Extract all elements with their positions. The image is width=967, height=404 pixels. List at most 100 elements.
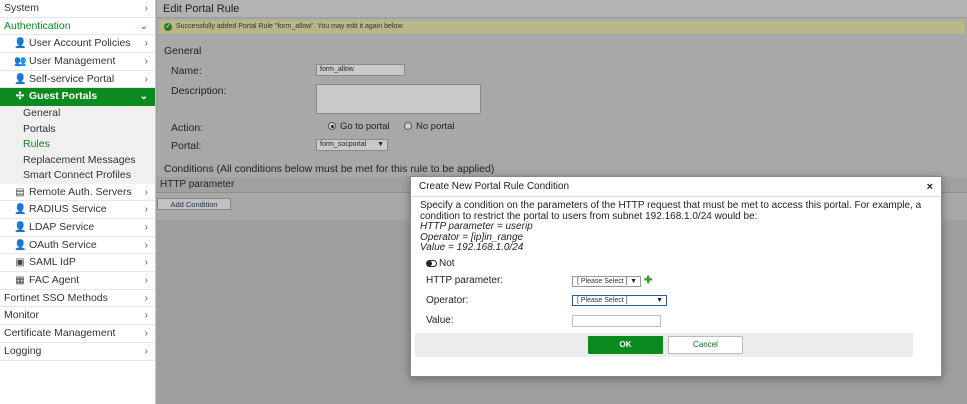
- sidebar-item-guest-portals[interactable]: ✣ Guest Portals ⌄: [0, 88, 155, 107]
- user-icon: 👤: [14, 38, 27, 50]
- sidebar-item-label: Authentication: [4, 19, 71, 32]
- sidebar-item-ldap-service[interactable]: 👤 LDAP Service ›: [0, 219, 155, 237]
- chevron-right-icon: ›: [144, 38, 148, 50]
- action-option-label: Go to portal: [340, 121, 390, 132]
- agent-icon: ▦: [15, 275, 25, 287]
- sidebar-item-self-service-portal[interactable]: 👤 Self-service Portal ›: [0, 71, 155, 89]
- sidebar-item-general[interactable]: General: [0, 106, 155, 122]
- sidebar-item-user-account-policies[interactable]: 👤 User Account Policies ›: [0, 35, 155, 54]
- sidebar-item-label: OAuth Service: [29, 238, 97, 251]
- sidebar-item-monitor[interactable]: Monitor ›: [0, 307, 155, 326]
- chevron-right-icon: ›: [144, 328, 148, 340]
- action-option-label: No portal: [416, 121, 455, 132]
- dropdown-arrow-icon: ▼: [656, 297, 663, 304]
- chevron-right-icon: ›: [144, 56, 148, 68]
- add-icon[interactable]: ✚: [644, 275, 652, 286]
- check-icon: ✓: [164, 23, 172, 31]
- portal-select-value: form_socportal: [320, 141, 367, 148]
- user-lock-icon: 👤: [14, 204, 27, 216]
- action-go-to-portal[interactable]: Go to portal: [328, 121, 390, 132]
- create-condition-dialog: Create New Portal Rule Condition × Speci…: [410, 176, 942, 377]
- chevron-right-icon: ›: [144, 186, 148, 198]
- sidebar-item-logging[interactable]: Logging ›: [0, 343, 155, 361]
- sidebar-item-label: RADIUS Service: [29, 203, 107, 216]
- chevron-right-icon: ›: [144, 292, 148, 304]
- sidebar-item-portals[interactable]: Portals: [0, 121, 155, 138]
- chevron-right-icon: ›: [144, 310, 148, 322]
- user-lock-icon: 👤: [14, 222, 27, 233]
- user-icon: 👤: [14, 73, 27, 85]
- ok-button[interactable]: OK: [588, 336, 663, 354]
- sidebar-item-rules[interactable]: Rules: [0, 137, 155, 153]
- chevron-right-icon: ›: [144, 345, 148, 357]
- name-input[interactable]: form_allow: [316, 64, 405, 76]
- server-icon: ▤: [15, 186, 25, 198]
- add-condition-button[interactable]: Add Condition: [157, 198, 231, 210]
- sidebar-item-remote-auth-servers[interactable]: ▤ Remote Auth. Servers ›: [0, 184, 155, 202]
- select-value: [ Please Select ]: [577, 278, 628, 285]
- portal-select[interactable]: form_socportal ▼: [316, 139, 388, 151]
- sidebar-item-system[interactable]: System ›: [0, 0, 155, 18]
- name-label: Name:: [171, 65, 202, 77]
- conditions-heading: Conditions (All conditions below must be…: [164, 163, 495, 175]
- chevron-down-icon: ⌄: [139, 91, 148, 103]
- sidebar-item-fortinet-sso-methods[interactable]: Fortinet SSO Methods ›: [0, 290, 155, 308]
- operator-select[interactable]: [ Please Select ] ▼: [572, 295, 667, 306]
- sidebar-item-certificate-management[interactable]: Certificate Management ›: [0, 325, 155, 343]
- close-icon[interactable]: ×: [927, 177, 933, 197]
- cancel-button[interactable]: Cancel: [668, 336, 743, 354]
- users-icon: 👥: [14, 56, 27, 68]
- description-text: Specify a condition on the parameters of…: [420, 200, 922, 222]
- dialog-header: Create New Portal Rule Condition ×: [411, 177, 941, 197]
- sidebar-item-label: User Account Policies: [29, 37, 131, 50]
- certificate-icon: ▣: [15, 257, 25, 269]
- sidebar: System › Authentication ⌄ 👤 User Account Po…: [0, 0, 156, 404]
- action-no-portal[interactable]: No portal: [404, 121, 455, 132]
- sidebar-item-label: Smart Connect Profiles: [23, 169, 131, 182]
- radio-selected-icon: [328, 122, 336, 130]
- example-line: HTTP parameter = userip: [420, 221, 533, 232]
- dialog-footer: OK Cancel: [415, 333, 913, 357]
- value-label: Value:: [426, 315, 454, 326]
- chevron-right-icon: ›: [144, 204, 148, 216]
- sidebar-item-radius-service[interactable]: 👤 RADIUS Service ›: [0, 201, 155, 219]
- chevron-right-icon: ›: [144, 73, 148, 85]
- sidebar-item-oauth-service[interactable]: 👤 OAuth Service ›: [0, 237, 155, 255]
- portal-label: Portal:: [171, 140, 202, 152]
- network-icon: ✣: [15, 91, 25, 103]
- sidebar-item-label: Replacement Messages: [23, 153, 136, 166]
- sidebar-item-label: Rules: [23, 138, 50, 151]
- sidebar-item-label: LDAP Service: [29, 221, 95, 233]
- action-label: Action:: [171, 122, 204, 134]
- dialog-description: Specify a condition on the parameters of…: [411, 197, 941, 254]
- radio-icon: [404, 122, 412, 130]
- sidebar-item-label: General: [23, 107, 61, 120]
- http-parameter-select[interactable]: [ Please Select ] ▼: [572, 276, 641, 287]
- select-value: [ Please Select ]: [577, 297, 628, 304]
- sidebar-item-user-management[interactable]: 👥 User Management ›: [0, 53, 155, 71]
- sidebar-item-label: User Management: [29, 55, 116, 68]
- not-toggle[interactable]: Not: [426, 258, 455, 269]
- description-textarea[interactable]: [316, 84, 481, 114]
- chevron-right-icon: ›: [144, 239, 148, 251]
- dropdown-arrow-icon: ▼: [630, 278, 637, 285]
- sidebar-item-saml-idp[interactable]: ▣ SAML IdP ›: [0, 254, 155, 273]
- http-parameter-column: HTTP parameter: [160, 179, 235, 190]
- sidebar-item-label: Self-service Portal: [29, 72, 115, 85]
- chevron-right-icon: ›: [144, 222, 148, 233]
- value-input[interactable]: [572, 315, 661, 327]
- chevron-right-icon: ›: [144, 3, 148, 14]
- sidebar-item-label: Monitor: [4, 309, 40, 322]
- description-label: Description:: [171, 85, 227, 97]
- dropdown-arrow-icon: ▼: [377, 141, 384, 148]
- operator-label: Operator:: [426, 295, 469, 306]
- sidebar-item-authentication[interactable]: Authentication ⌄: [0, 17, 155, 36]
- general-heading: General: [164, 45, 202, 57]
- sidebar-item-replacement-messages[interactable]: Replacement Messages: [0, 152, 155, 169]
- sidebar-item-fac-agent[interactable]: ▦ FAC Agent ›: [0, 272, 155, 290]
- sidebar-item-label: Logging: [4, 344, 42, 357]
- sidebar-item-label: Certificate Management: [4, 327, 116, 340]
- sidebar-item-smart-connect-profiles[interactable]: Smart Connect Profiles: [0, 168, 155, 184]
- sidebar-item-label: FAC Agent: [29, 274, 80, 287]
- sidebar-item-label: Fortinet SSO Methods: [4, 291, 108, 304]
